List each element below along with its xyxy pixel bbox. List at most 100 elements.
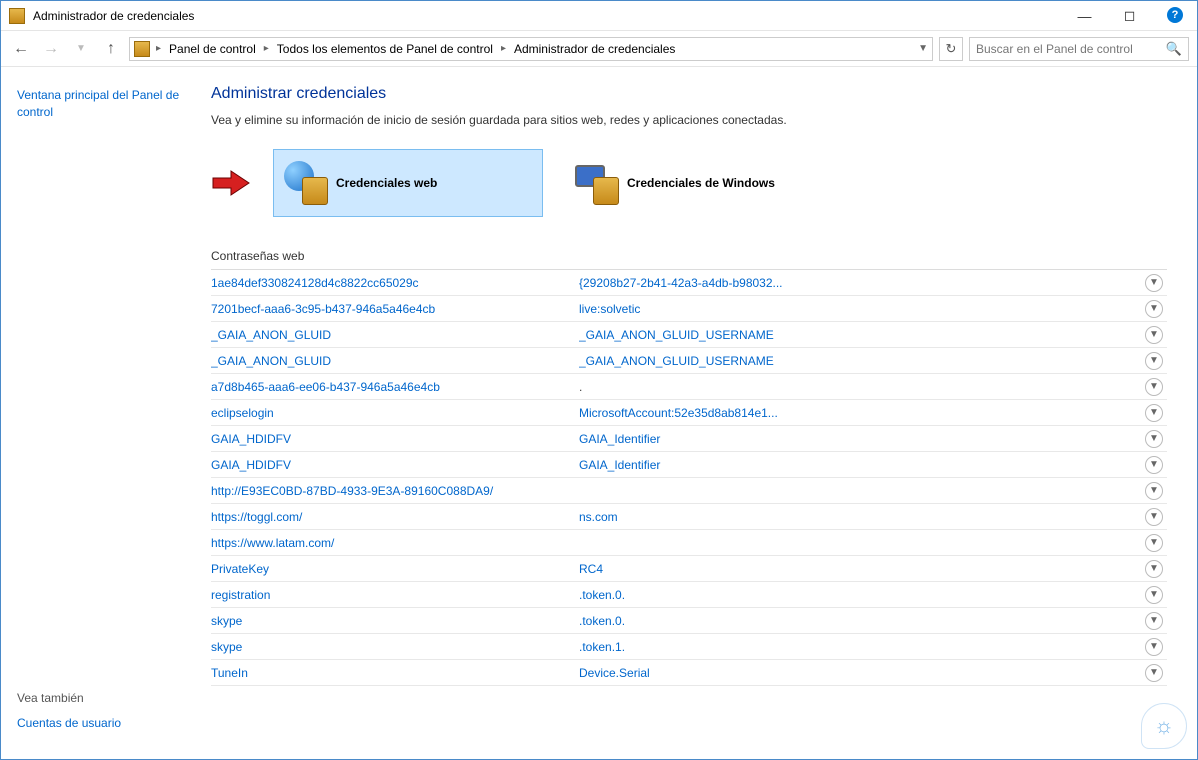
main: Administrar credenciales Vea y elimine s… — [201, 67, 1197, 759]
credential-row[interactable]: GAIA_HDIDFVGAIA_Identifier ▼ — [211, 426, 1167, 452]
chevron-right-icon: ▸ — [262, 43, 271, 54]
credential-name: 7201becf-aaa6-3c95-b437-946a5a46e4cb — [211, 302, 579, 316]
credential-row[interactable]: skype.token.1. ▼ — [211, 634, 1167, 660]
web-credentials-tile[interactable]: Credenciales web — [273, 149, 543, 217]
credential-name: _GAIA_ANON_GLUID — [211, 354, 579, 368]
window: Administrador de credenciales ― ◻ ✕ ← → … — [0, 0, 1198, 760]
windows-credentials-label: Credenciales de Windows — [627, 176, 775, 190]
expand-button[interactable]: ▼ — [1145, 534, 1163, 552]
credential-name: _GAIA_ANON_GLUID — [211, 328, 579, 342]
credential-row[interactable]: _GAIA_ANON_GLUID_GAIA_ANON_GLUID_USERNAM… — [211, 322, 1167, 348]
breadcrumb[interactable]: ▸ Panel de control ▸ Todos los elementos… — [129, 37, 933, 61]
search-input[interactable]: Buscar en el Panel de control 🔍 — [969, 37, 1189, 61]
web-credentials-icon — [284, 161, 328, 205]
expand-button[interactable]: ▼ — [1145, 456, 1163, 474]
credential-name: 1ae84def330824128d4c8822cc65029c — [211, 276, 579, 290]
credential-row[interactable]: skype.token.0. ▼ — [211, 608, 1167, 634]
window-title: Administrador de credenciales — [33, 9, 194, 23]
credential-name: registration — [211, 588, 579, 602]
windows-credentials-icon — [575, 161, 619, 205]
breadcrumb-segment[interactable]: Panel de control — [167, 42, 258, 56]
back-button[interactable]: ← — [9, 37, 33, 61]
expand-button[interactable]: ▼ — [1145, 638, 1163, 656]
breadcrumb-dropdown[interactable]: ▼ — [918, 43, 928, 54]
arrow-callout-icon — [211, 168, 251, 198]
minimize-button[interactable]: ― — [1062, 1, 1107, 31]
credential-name: https://toggl.com/ — [211, 510, 579, 524]
credential-name: http://E93EC0BD-87BD-4933-9E3A-89160C088… — [211, 484, 579, 498]
expand-button[interactable]: ▼ — [1145, 326, 1163, 344]
credential-detail: _GAIA_ANON_GLUID_USERNAME — [579, 328, 1139, 342]
refresh-button[interactable]: ↻ — [939, 37, 963, 61]
page-description: Vea y elimine su información de inicio d… — [211, 113, 1167, 127]
credential-row[interactable]: http://E93EC0BD-87BD-4933-9E3A-89160C088… — [211, 478, 1167, 504]
chevron-right-icon: ▸ — [154, 43, 163, 54]
web-credentials-label: Credenciales web — [336, 176, 437, 190]
credential-detail: GAIA_Identifier — [579, 432, 1139, 446]
credential-detail: .token.1. — [579, 640, 1139, 654]
breadcrumb-segment[interactable]: Administrador de credenciales — [512, 42, 677, 56]
maximize-button[interactable]: ◻ — [1107, 1, 1152, 31]
category-row: Credenciales web Credenciales de Windows — [211, 149, 1167, 217]
expand-button[interactable]: ▼ — [1145, 664, 1163, 682]
titlebar: Administrador de credenciales ― ◻ ✕ — [1, 1, 1197, 31]
search-icon: 🔍 — [1166, 41, 1182, 57]
credential-detail: ns.com — [579, 510, 1139, 524]
navbar: ← → ▼ ↑ ▸ Panel de control ▸ Todos los e… — [1, 31, 1197, 67]
credential-row[interactable]: TuneInDevice.Serial▼ — [211, 660, 1167, 686]
hint-bubble-icon[interactable]: ☼ — [1141, 703, 1187, 749]
credential-row[interactable]: a7d8b465-aaa6-ee06-b437-946a5a46e4cb.▼ — [211, 374, 1167, 400]
page-title: Administrar credenciales — [211, 85, 1167, 103]
expand-button[interactable]: ▼ — [1145, 560, 1163, 578]
expand-button[interactable]: ▼ — [1145, 378, 1163, 396]
credential-name: eclipselogin — [211, 406, 579, 420]
expand-button[interactable]: ▼ — [1145, 352, 1163, 370]
credential-row[interactable]: GAIA_HDIDFVGAIA_Identifier ▼ — [211, 452, 1167, 478]
up-button[interactable]: ↑ — [99, 37, 123, 61]
section-header: Contraseñas web — [211, 243, 1167, 270]
credential-name: https://www.latam.com/ — [211, 536, 579, 550]
credential-row[interactable]: https://www.latam.com/ ▼ — [211, 530, 1167, 556]
search-placeholder: Buscar en el Panel de control — [976, 42, 1133, 56]
credential-detail: GAIA_Identifier — [579, 458, 1139, 472]
expand-button[interactable]: ▼ — [1145, 508, 1163, 526]
credential-row[interactable]: 7201becf-aaa6-3c95-b437-946a5a46e4cblive… — [211, 296, 1167, 322]
control-panel-icon — [134, 41, 150, 57]
credential-detail: _GAIA_ANON_GLUID_USERNAME — [579, 354, 1139, 368]
expand-button[interactable]: ▼ — [1145, 586, 1163, 604]
credential-name: skype — [211, 614, 579, 628]
expand-button[interactable]: ▼ — [1145, 274, 1163, 292]
credential-detail: . — [579, 380, 1139, 394]
credential-name: skype — [211, 640, 579, 654]
content: ? Ventana principal del Panel de control… — [1, 67, 1197, 759]
credential-row[interactable]: _GAIA_ANON_GLUID_GAIA_ANON_GLUID_USERNAM… — [211, 348, 1167, 374]
credentials-list: 1ae84def330824128d4c8822cc65029c{29208b2… — [211, 270, 1167, 686]
credential-detail: {29208b27-2b41-42a3-a4db-b98032... — [579, 276, 1139, 290]
forward-button[interactable]: → — [39, 37, 63, 61]
expand-button[interactable]: ▼ — [1145, 300, 1163, 318]
windows-credentials-tile[interactable]: Credenciales de Windows — [565, 149, 835, 217]
credential-row[interactable]: PrivateKeyRC4▼ — [211, 556, 1167, 582]
expand-button[interactable]: ▼ — [1145, 404, 1163, 422]
credential-detail: .token.0. — [579, 614, 1139, 628]
sidebar: Ventana principal del Panel de control V… — [1, 67, 201, 759]
breadcrumb-segment[interactable]: Todos los elementos de Panel de control — [275, 42, 495, 56]
credential-row[interactable]: https://toggl.com/ns.com ▼ — [211, 504, 1167, 530]
recent-dropdown[interactable]: ▼ — [69, 37, 93, 61]
credential-row[interactable]: registration.token.0.▼ — [211, 582, 1167, 608]
credential-name: GAIA_HDIDFV — [211, 432, 579, 446]
help-icon[interactable]: ? — [1167, 7, 1183, 23]
sidebar-main-link[interactable]: Ventana principal del Panel de control — [17, 87, 185, 121]
expand-button[interactable]: ▼ — [1145, 430, 1163, 448]
app-icon — [9, 8, 25, 24]
expand-button[interactable]: ▼ — [1145, 482, 1163, 500]
chevron-right-icon: ▸ — [499, 43, 508, 54]
credential-detail: live:solvetic — [579, 302, 1139, 316]
sidebar-user-accounts-link[interactable]: Cuentas de usuario — [17, 715, 185, 732]
credential-detail: MicrosoftAccount:52e35d8ab814e1... — [579, 406, 1139, 420]
credential-name: GAIA_HDIDFV — [211, 458, 579, 472]
credential-row[interactable]: 1ae84def330824128d4c8822cc65029c{29208b2… — [211, 270, 1167, 296]
credential-row[interactable]: eclipseloginMicrosoftAccount:52e35d8ab81… — [211, 400, 1167, 426]
expand-button[interactable]: ▼ — [1145, 612, 1163, 630]
credential-name: TuneIn — [211, 666, 579, 680]
